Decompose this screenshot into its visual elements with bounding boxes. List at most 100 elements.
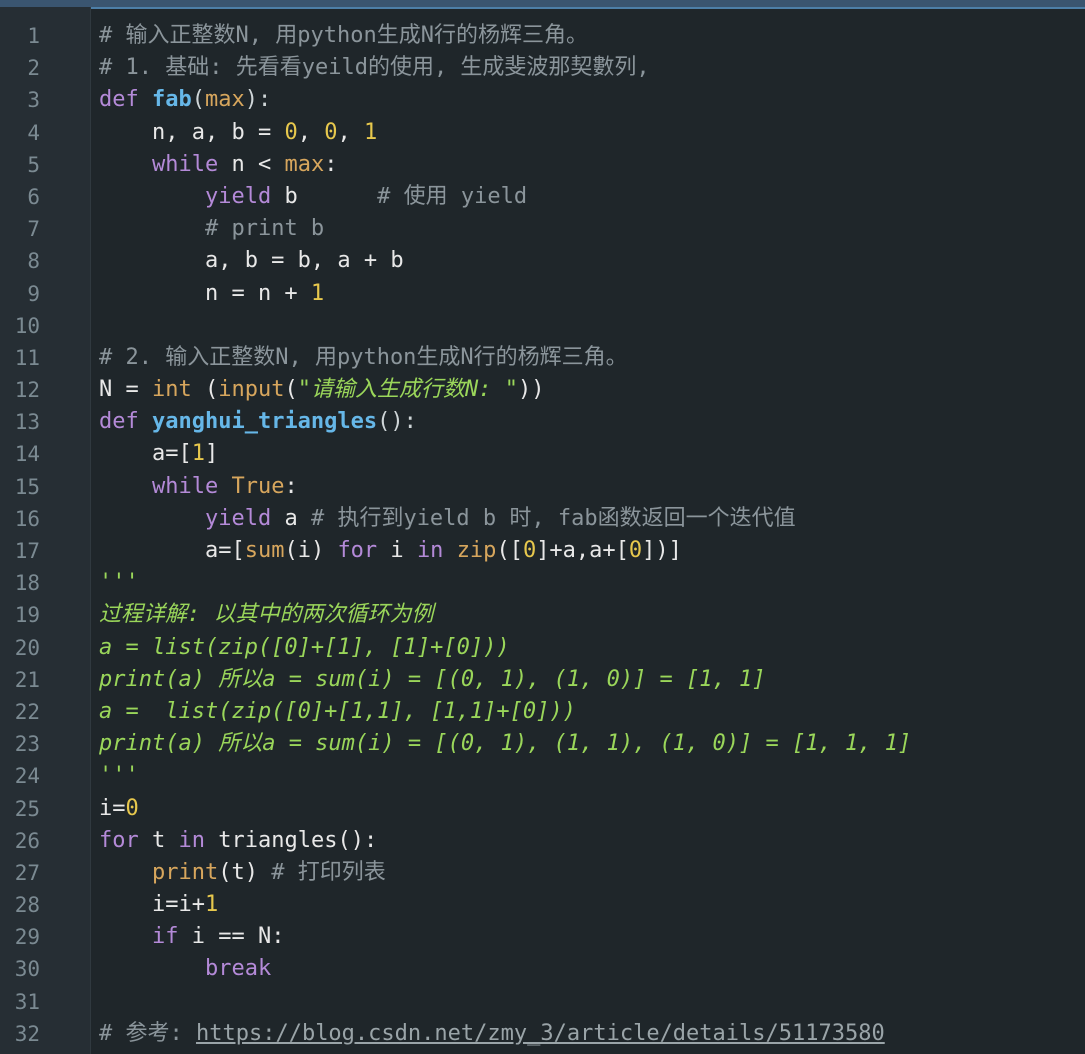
code-text[interactable]: # 参考: https://blog.csdn.net/zmy_3/articl…: [99, 1018, 885, 1050]
code-line[interactable]: 24 ''': [0, 760, 1085, 792]
code-text[interactable]: while n < max:: [99, 149, 337, 181]
code-token[interactable]: https://blog.csdn.net/zmy_3/article/deta…: [196, 1021, 885, 1046]
code-line[interactable]: 19 过程详解: 以其中的两次循环为例: [0, 599, 1085, 631]
code-token: 过程详解: 以其中的两次循环为例: [99, 602, 434, 628]
line-number: 30: [14, 957, 40, 982]
line-number: 17: [14, 539, 40, 563]
code-line[interactable]: 27 print(t) # 打印列表: [0, 857, 1085, 889]
code-line[interactable]: 7 # print b: [0, 213, 1085, 245]
code-token: i: [377, 538, 417, 563]
code-text[interactable]: # 输入正整数N, 用python生成N行的杨辉三角。: [99, 20, 588, 52]
code-text[interactable]: def fab(max):: [99, 84, 271, 116]
code-text[interactable]: print(a) 所以a = sum(i) = [(0, 1), (1, 1),…: [99, 728, 911, 760]
code-line[interactable]: 8 a, b = b, a + b: [0, 245, 1085, 277]
code-text[interactable]: ''': [99, 760, 139, 792]
code-token: triangles():: [205, 827, 378, 853]
code-token: (: [191, 377, 219, 403]
code-token: fab: [151, 87, 192, 113]
code-token: # 打印列表: [271, 859, 386, 885]
code-text[interactable]: print(a) 所以a = sum(i) = [(0, 1), (1, 0)]…: [99, 664, 766, 696]
code-token: i=i+: [99, 892, 205, 918]
code-token: 0: [125, 795, 139, 821]
code-text[interactable]: a = list(zip([0]+[1], [1]+[0])): [99, 632, 510, 664]
code-line[interactable]: 17 a=[sum(i) for i in zip([0]+a,a+[0])]: [0, 535, 1085, 567]
code-line[interactable]: 11 # 2. 输入正整数N, 用python生成N行的杨辉三角。: [0, 342, 1085, 374]
code-text[interactable]: def yanghui_triangles():: [99, 406, 417, 438]
line-number: 31: [14, 989, 40, 1014]
code-line[interactable]: 13 def yanghui_triangles():: [0, 406, 1085, 438]
code-line[interactable]: 4 n, a, b = 0, 0, 1: [0, 117, 1085, 149]
code-line[interactable]: 10: [0, 310, 1085, 342]
code-line[interactable]: 32 # 参考: https://blog.csdn.net/zmy_3/arti…: [0, 1018, 1085, 1050]
code-text[interactable]: N = int (input("请输入生成行数N: ")): [99, 374, 544, 406]
code-text[interactable]: i=0: [99, 793, 139, 825]
code-token: n <: [218, 151, 285, 177]
code-token: ])]: [642, 538, 682, 563]
code-token: ''': [99, 763, 139, 789]
code-editor[interactable]: 1 # 输入正整数N, 用python生成N行的杨辉三角。 2 # 1. 基础: 先看…: [0, 0, 1085, 1054]
code-lines[interactable]: 1 # 输入正整数N, 用python生成N行的杨辉三角。 2 # 1. 基础: 先看…: [0, 20, 1085, 1050]
editor-top-border: [0, 0, 1085, 9]
code-line[interactable]: 15 while True:: [0, 471, 1085, 503]
code-text[interactable]: yield a # 执行到yield b 时, fab函数返回一个迭代值: [99, 503, 796, 535]
code-text[interactable]: if i == N:: [99, 921, 284, 953]
code-token: # 执行到yield b 时, fab函数返回一个迭代值: [310, 505, 796, 531]
code-line[interactable]: 25 i=0: [0, 793, 1085, 825]
code-token: 1: [363, 119, 378, 145]
code-text[interactable]: n = n + 1: [99, 278, 324, 310]
code-token: ):: [244, 87, 272, 113]
code-token: "请输入生成行数N: ": [297, 377, 518, 403]
code-line[interactable]: 18 ''': [0, 567, 1085, 599]
code-text[interactable]: # print b: [99, 213, 324, 245]
code-text[interactable]: for t in triangles():: [99, 825, 377, 857]
code-line[interactable]: 14 a=[1]: [0, 438, 1085, 470]
code-token: print(a) 所以a = sum(i) = [(0, 1), (1, 1),…: [99, 731, 912, 757]
code-line[interactable]: 5 while n < max:: [0, 149, 1085, 181]
code-text[interactable]: print(t) # 打印列表: [99, 857, 386, 889]
code-text[interactable]: yield b # 使用 yield: [99, 181, 527, 213]
code-line[interactable]: 6 yield b # 使用 yield: [0, 181, 1085, 213]
code-token: print(a) 所以a = sum(i) = [(0, 1), (1, 0)]…: [99, 666, 766, 692]
code-token: sum: [244, 538, 285, 563]
code-line[interactable]: 3 def fab(max):: [0, 84, 1085, 116]
code-line[interactable]: 22 a = list(zip([0]+[1,1], [1,1]+[0])): [0, 696, 1085, 728]
code-line[interactable]: 16 yield a # 执行到yield b 时, fab函数返回一个迭代值: [0, 503, 1085, 535]
code-token: def: [99, 409, 152, 435]
line-number: 1: [27, 24, 40, 48]
code-token: ''': [99, 570, 139, 596]
code-text[interactable]: a=[sum(i) for i in zip([0]+a,a+[0])]: [99, 535, 682, 567]
code-line[interactable]: 28 i=i+1: [0, 889, 1085, 921]
code-text[interactable]: # 1. 基础: 先看看yeild的使用, 生成斐波那契數列,: [99, 52, 650, 84]
code-text[interactable]: break: [99, 953, 271, 985]
code-line[interactable]: 2 # 1. 基础: 先看看yeild的使用, 生成斐波那契數列,: [0, 52, 1085, 84]
code-text[interactable]: n, a, b = 0, 0, 1: [99, 117, 377, 149]
code-token: (i): [284, 538, 338, 563]
code-token: i == N:: [178, 924, 285, 950]
code-line[interactable]: 12 N = int (input("请输入生成行数N: ")): [0, 374, 1085, 406]
code-line[interactable]: 1 # 输入正整数N, 用python生成N行的杨辉三角。: [0, 20, 1085, 52]
code-line[interactable]: 31: [0, 986, 1085, 1018]
code-text[interactable]: a, b = b, a + b: [99, 245, 404, 277]
code-line[interactable]: 30 break: [0, 953, 1085, 985]
code-line[interactable]: 29 if i == N:: [0, 921, 1085, 953]
line-number: 16: [14, 506, 40, 531]
code-text[interactable]: a=[1]: [99, 438, 218, 470]
code-token: a, b = b, a + b: [99, 248, 404, 274]
code-text[interactable]: while True:: [99, 471, 298, 503]
code-text[interactable]: 过程详解: 以其中的两次循环为例: [99, 599, 434, 631]
code-line[interactable]: 21 print(a) 所以a = sum(i) = [(0, 1), (1, 0…: [0, 664, 1085, 696]
code-token: n = n +: [99, 280, 311, 306]
code-text[interactable]: i=i+1: [99, 889, 218, 921]
code-line[interactable]: 26 for t in triangles():: [0, 825, 1085, 857]
code-token: N =: [99, 377, 152, 403]
code-line[interactable]: 20 a = list(zip([0]+[1], [1]+[0])): [0, 632, 1085, 664]
code-line[interactable]: 9 n = n + 1: [0, 278, 1085, 310]
code-line[interactable]: 23 print(a) 所以a = sum(i) = [(0, 1), (1, 1…: [0, 728, 1085, 760]
line-number: 21: [14, 667, 40, 692]
code-text[interactable]: ''': [99, 567, 139, 599]
code-text[interactable]: # 2. 输入正整数N, 用python生成N行的杨辉三角。: [99, 342, 628, 374]
code-text[interactable]: a = list(zip([0]+[1,1], [1,1]+[0])): [99, 696, 576, 728]
